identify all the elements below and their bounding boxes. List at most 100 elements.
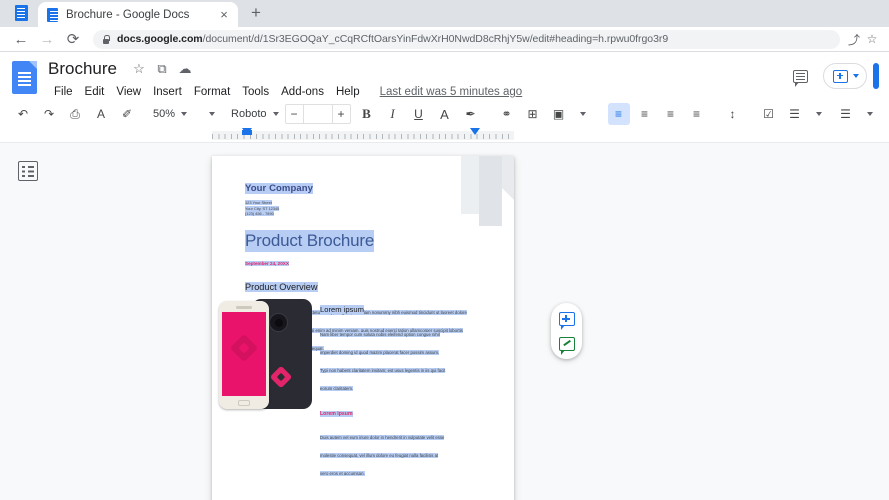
align-center-button[interactable]: ≡ [634, 103, 656, 125]
page-wrap: Your Company 123 Your Street Your City, … [55, 143, 889, 500]
brand-diamond-logo-icon [229, 333, 259, 363]
reload-icon[interactable]: ⟳ [60, 27, 86, 51]
share-button-edge [873, 63, 879, 89]
phone-front-view [219, 301, 269, 409]
product-image[interactable] [219, 299, 314, 412]
header-actions [787, 57, 879, 89]
new-tab-button[interactable]: + [243, 2, 269, 26]
bulleted-list-icon[interactable]: ☰ [784, 103, 806, 125]
google-docs-logo-icon[interactable] [12, 61, 38, 95]
company-name-line: Your Company [245, 178, 484, 196]
chevron-down-icon[interactable] [579, 112, 586, 116]
bookmark-star-icon[interactable]: ☆ [863, 32, 881, 46]
spelling-check-icon[interactable]: A [90, 103, 112, 125]
back-icon[interactable]: ← [8, 27, 34, 51]
decrease-indent-icon[interactable]: ⇤ [886, 103, 889, 125]
menu-item-help[interactable]: Help [330, 84, 366, 100]
insert-link-icon[interactable]: ⚭ [496, 103, 518, 125]
chevron-down-icon[interactable] [853, 74, 859, 78]
paint-format-icon[interactable]: ✐ [116, 103, 138, 125]
document-title[interactable]: Brochure [48, 59, 117, 79]
chevron-down-icon[interactable] [815, 112, 822, 116]
phone-screen [222, 312, 266, 396]
menu-item-addons[interactable]: Add-ons [275, 84, 330, 100]
docs-app-shortcut-icon[interactable] [10, 2, 32, 24]
section-2-column: Lorem ipsum Nam liber tempor cum soluta … [320, 299, 450, 480]
docs-header: Brochure ☆ ⧉ ☁ File Edit View Insert For… [0, 52, 889, 100]
font-size-stepper[interactable]: − + [284, 104, 351, 124]
company-name: Your Company [245, 183, 314, 194]
align-right-button[interactable]: ≡ [660, 103, 682, 125]
date-line: September 24, 20XX [245, 252, 484, 270]
horizontal-ruler[interactable] [0, 128, 889, 143]
left-indent-marker[interactable] [242, 128, 252, 135]
italic-button[interactable]: I [382, 103, 404, 125]
heading-1-line: Product Brochure [245, 220, 484, 253]
font-size-increase[interactable]: + [333, 105, 350, 123]
document-page[interactable]: Your Company 123 Your Street Your City, … [212, 156, 514, 500]
highlight-color-icon[interactable]: ✒ [460, 103, 482, 125]
floating-action-panel [551, 303, 582, 359]
browser-tab[interactable]: Brochure - Google Docs × [38, 2, 238, 27]
section-2-subheading-line: Lorem ipsum [320, 402, 450, 420]
section-1-heading: Product Overview [245, 282, 318, 293]
forward-icon[interactable]: → [34, 27, 60, 51]
redo-icon[interactable]: ↷ [38, 103, 60, 125]
menu-item-insert[interactable]: Insert [147, 84, 188, 100]
browser-tab-strip: Brochure - Google Docs × + [0, 0, 889, 27]
section-2-heading-line: Lorem ipsum [320, 299, 450, 317]
add-comment-icon[interactable] [558, 311, 575, 330]
document-heading-1: Product Brochure [245, 230, 375, 253]
comment-history-icon[interactable] [787, 64, 813, 88]
address-line-1: 123 Your Street [245, 200, 272, 205]
move-to-folder-icon[interactable]: ⧉ [152, 59, 172, 79]
text-color-icon[interactable]: A [434, 103, 456, 125]
align-justify-button[interactable]: ≡ [686, 103, 708, 125]
checklist-icon[interactable]: ☑ [758, 103, 780, 125]
document-outline-toggle-icon[interactable] [17, 161, 38, 181]
line-spacing-icon[interactable]: ↕ [722, 103, 744, 125]
numbered-list-icon[interactable]: ☰ [835, 103, 857, 125]
docs-toolbar: ↶ ↷ ⎙ A ✐ 50% Roboto − + B I U A ✒ ⚭ ⊞ ▣… [0, 100, 889, 128]
share-page-icon[interactable]: ⤴ [845, 31, 863, 48]
font-family-value: Roboto [231, 108, 267, 120]
cloud-save-status-icon: ☁ [178, 61, 192, 76]
last-edit-status[interactable]: Last edit was 5 minutes ago [380, 86, 523, 98]
insert-image-icon[interactable]: ▣ [548, 103, 570, 125]
paragraph-style-select[interactable] [200, 104, 218, 125]
font-family-select[interactable]: Roboto [228, 104, 281, 125]
close-icon[interactable]: × [216, 7, 232, 23]
title-and-menu-block: Brochure ☆ ⧉ ☁ File Edit View Insert For… [48, 57, 522, 102]
underline-button[interactable]: U [408, 103, 430, 125]
font-size-input[interactable] [302, 105, 333, 123]
menu-item-tools[interactable]: Tools [236, 84, 275, 100]
section-2-paragraph: Nam liber tempor cum soluta nobis eleife… [320, 323, 446, 395]
company-address: 123 Your Street Your City, ST 12345 (123… [245, 200, 280, 217]
outline-rail [0, 143, 55, 500]
menu-item-file[interactable]: File [48, 84, 79, 100]
address-bar[interactable]: docs.google.com/document/d/1Sr3EGOQaY_cC… [93, 29, 840, 49]
add-comment-icon[interactable]: ⊞ [522, 103, 544, 125]
menu-item-format[interactable]: Format [188, 84, 236, 100]
chevron-down-icon[interactable] [866, 112, 873, 116]
chevron-down-icon [181, 112, 188, 116]
home-button-icon [238, 400, 250, 406]
undo-icon[interactable]: ↶ [12, 103, 34, 125]
share-button[interactable] [823, 63, 867, 89]
menu-item-view[interactable]: View [110, 84, 147, 100]
section-2-subbody: Duis autem vel eum iriure dolor in hendr… [320, 435, 445, 476]
font-size-decrease[interactable]: − [286, 105, 303, 123]
right-indent-marker[interactable] [470, 128, 480, 135]
zoom-value: 50% [153, 108, 176, 120]
star-icon[interactable]: ☆ [129, 59, 149, 79]
omnibox-actions: ⤴ ☆ [845, 31, 881, 48]
speaker-grill [236, 306, 252, 309]
menu-item-edit[interactable]: Edit [79, 84, 111, 100]
section-2-subheading: Lorem ipsum [320, 411, 353, 417]
add-person-icon [833, 69, 848, 83]
align-left-button[interactable]: ≡ [607, 103, 630, 125]
bold-button[interactable]: B [356, 103, 378, 125]
suggest-edit-icon[interactable] [558, 336, 575, 355]
zoom-select[interactable]: 50% [150, 104, 190, 125]
print-icon[interactable]: ⎙ [64, 103, 86, 125]
